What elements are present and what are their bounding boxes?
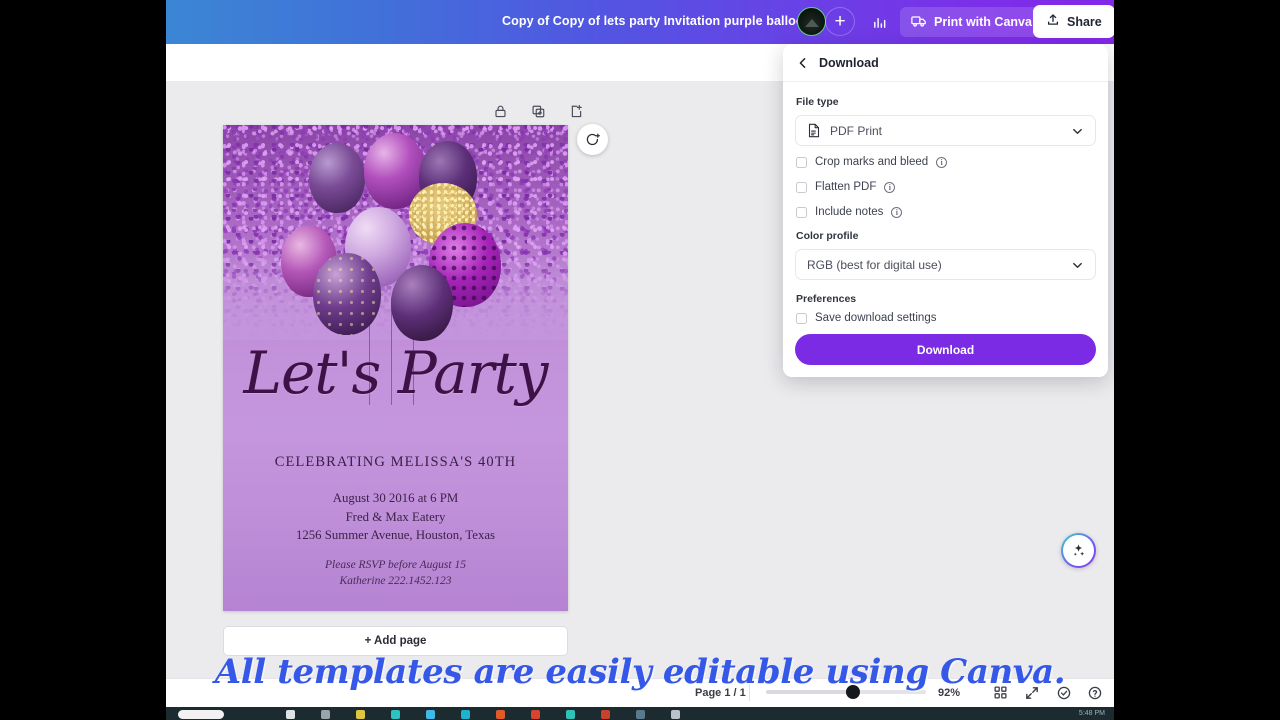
color-profile-select[interactable]: RGB (best for digital use) [795,249,1096,280]
print-with-canva-button[interactable]: Print with Canva [900,7,1043,37]
card-detail-line: August 30 2016 at 6 PM [332,491,459,505]
flatten-pdf-label: Flatten PDF [815,181,877,193]
lock-icon[interactable] [491,102,510,121]
chevron-left-icon[interactable] [795,55,811,71]
crop-marks-checkbox[interactable] [796,156,807,168]
card-details: August 30 2016 at 6 PM Fred & Max Eatery… [223,489,568,545]
save-settings-checkbox[interactable] [796,312,807,324]
os-taskbar: 5:48 PM [166,707,1114,720]
flatten-pdf-option[interactable]: Flatten PDF i [796,181,896,193]
chevron-down-icon [1071,125,1084,143]
balloon-dotted [313,253,381,335]
info-icon[interactable]: i [884,181,896,193]
share-label: Share [1067,14,1102,29]
include-notes-checkbox[interactable] [796,206,807,218]
taskbar-item[interactable] [356,710,365,719]
balloon [391,265,453,341]
color-profile-label: Color profile [796,230,859,242]
duplicate-icon[interactable] [529,102,548,121]
document-title[interactable]: Copy of Copy of lets party Invitation pu… [502,14,811,28]
avatar[interactable] [797,7,826,36]
save-settings-option[interactable]: Save download settings [796,312,936,324]
card-detail-line: Fred & Max Eatery [345,509,446,524]
taskbar-item[interactable] [321,710,330,719]
flatten-pdf-checkbox[interactable] [796,181,807,193]
preferences-label: Preferences [796,293,857,305]
sparkle-icon[interactable] [1061,533,1096,568]
download-panel-title: Download [819,56,879,70]
page-tools [491,102,586,121]
taskbar-item[interactable] [461,710,470,719]
bar-chart-icon[interactable] [864,7,894,37]
taskbar-item[interactable] [636,710,645,719]
overlay-caption: All templates are easily editable using … [214,652,1066,692]
include-notes-option[interactable]: Include notes i [796,206,903,218]
truck-icon [911,14,927,31]
taskbar-item[interactable] [286,710,295,719]
taskbar-item[interactable] [671,710,680,719]
card-rsvp-line: Katherine 222.1452.123 [339,575,452,587]
crop-marks-option[interactable]: Crop marks and bleed i [796,156,948,168]
taskbar-search[interactable] [178,710,224,719]
taskbar-item[interactable] [601,710,610,719]
balloon [309,143,365,213]
design-page-canvas[interactable]: Let's Party CELEBRATING MELISSA'S 40TH A… [223,125,568,611]
taskbar-item[interactable] [531,710,540,719]
include-notes-label: Include notes [815,206,884,218]
download-panel: Download File type PDF Print Crop marks … [783,44,1108,377]
file-type-label: File type [796,96,839,108]
browser-window: Copy of Copy of lets party Invitation pu… [166,0,1114,707]
card-script-title: Let's Party [243,339,548,407]
upload-icon [1046,13,1060,30]
card-heading: CELEBRATING MELISSA'S 40TH [274,454,517,470]
card-rsvp-line: Please RSVP before August 15 [325,559,466,571]
print-with-canva-label: Print with Canva [934,15,1032,29]
chevron-down-icon [1071,259,1084,277]
taskbar-item[interactable] [426,710,435,719]
top-toolbar: Copy of Copy of lets party Invitation pu… [166,0,1114,44]
regenerate-icon[interactable] [577,124,608,155]
info-icon[interactable]: i [936,156,948,168]
taskbar-clock: 5:48 PM [1078,710,1105,717]
add-page-icon[interactable] [567,102,586,121]
download-button[interactable]: Download [795,334,1096,365]
file-type-select[interactable]: PDF Print [795,115,1096,146]
save-settings-label: Save download settings [815,312,937,324]
card-detail-line: 1256 Summer Avenue, Houston, Texas [295,528,496,542]
color-profile-value: RGB (best for digital use) [807,257,942,272]
file-type-value: PDF Print [830,123,883,138]
taskbar-item[interactable] [566,710,575,719]
share-button[interactable]: Share [1033,5,1114,38]
screen-root: Copy of Copy of lets party Invitation pu… [0,0,1280,720]
download-panel-header: Download [783,44,1108,82]
info-icon[interactable]: i [891,206,903,218]
card-rsvp: Please RSVP before August 15 Katherine 2… [223,557,568,589]
add-collaborator-button[interactable]: + [825,7,855,36]
taskbar-item[interactable] [391,710,400,719]
document-icon [807,123,821,138]
crop-marks-label: Crop marks and bleed [815,156,929,168]
taskbar-item[interactable] [496,710,505,719]
